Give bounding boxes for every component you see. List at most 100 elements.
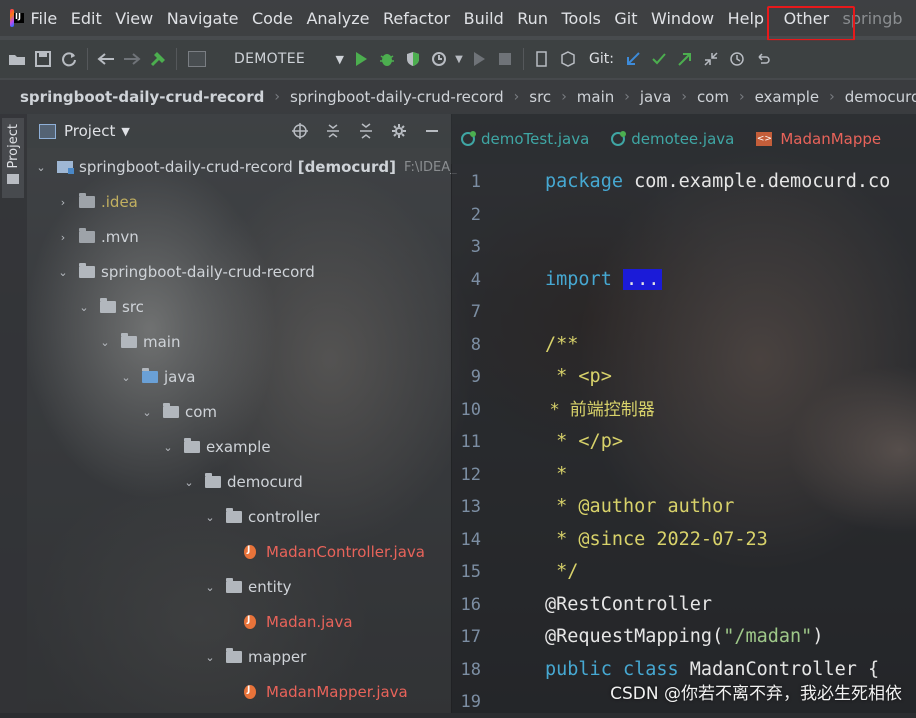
chevron-down-icon[interactable]: ⌄ <box>183 476 195 489</box>
menu-tools[interactable]: Tools <box>561 9 600 28</box>
tree-item-root[interactable]: ⌄ springboot-daily-crud-record [democurd… <box>35 155 456 179</box>
chevron-down-icon[interactable]: ⌄ <box>78 301 90 314</box>
java-class-icon <box>611 131 627 146</box>
breadcrumb-item[interactable]: democurd <box>845 88 916 106</box>
line-number: 19 <box>460 692 481 712</box>
code-area[interactable]: package com.example.democurd.co import .… <box>545 166 916 713</box>
tree-item-mvn[interactable]: › .mvn <box>57 225 139 249</box>
collapse-all-icon[interactable] <box>353 120 379 142</box>
project-tab-label: Project <box>5 124 21 169</box>
menu-help[interactable]: Help <box>728 9 764 28</box>
project-panel-title[interactable]: Project <box>64 122 115 140</box>
forward-arrow-icon[interactable] <box>119 46 145 72</box>
breadcrumb-item[interactable]: example <box>755 88 820 106</box>
chevron-down-icon[interactable]: ⌄ <box>141 406 153 419</box>
chevron-down-icon[interactable]: ⌄ <box>35 161 47 174</box>
tree-item-madan[interactable]: J Madan.java <box>244 610 353 634</box>
chevron-down-icon[interactable]: ⌄ <box>204 581 216 594</box>
tree-item-main[interactable]: ⌄ main <box>99 330 180 354</box>
chevron-down-icon[interactable]: ⌄ <box>99 336 111 349</box>
menu-file[interactable]: File <box>30 9 57 28</box>
left-tool-stripe: Project <box>0 114 27 713</box>
locate-target-icon[interactable] <box>287 120 313 142</box>
menu-window[interactable]: Window <box>651 9 714 28</box>
breadcrumb-item[interactable]: main <box>577 88 614 106</box>
menu-analyze[interactable]: Analyze <box>306 9 369 28</box>
debug-bug-icon[interactable] <box>374 46 400 72</box>
tree-item-idea[interactable]: › .idea <box>57 190 138 214</box>
build-hammer-icon[interactable] <box>145 46 171 72</box>
project-tool-window-tab[interactable]: Project <box>2 118 24 198</box>
tree-item-module[interactable]: ⌄ springboot-daily-crud-record <box>57 260 315 284</box>
tab-demotest[interactable]: demoTest.java <box>461 130 589 148</box>
folded-imports[interactable]: ... <box>622 268 663 290</box>
tree-item-mapper[interactable]: ⌄ mapper <box>204 645 306 669</box>
run-configuration-select[interactable]: DEMOTEE ▼ <box>188 46 348 72</box>
breadcrumb-item[interactable]: com <box>697 88 729 106</box>
tree-item-democurd[interactable]: ⌄ democurd <box>183 470 303 494</box>
git-update-icon[interactable] <box>620 46 646 72</box>
rollback-icon[interactable] <box>750 46 776 72</box>
menu-git[interactable]: Git <box>614 9 637 28</box>
breadcrumb-item[interactable]: src <box>529 88 551 106</box>
device-manager-icon[interactable] <box>529 46 555 72</box>
expand-all-icon[interactable] <box>320 120 346 142</box>
project-structure-icon[interactable] <box>555 46 581 72</box>
profiler-icon[interactable] <box>426 46 452 72</box>
chevron-down-icon[interactable]: ⌄ <box>57 266 69 279</box>
run-icon[interactable] <box>348 46 374 72</box>
sync-icon[interactable] <box>56 46 82 72</box>
line-number: 16 <box>460 594 481 615</box>
git-merge-icon[interactable] <box>698 46 724 72</box>
more-run-options-chevron-icon[interactable]: ▼ <box>452 46 466 72</box>
menu-code[interactable]: Code <box>252 9 293 28</box>
line-number: 9 <box>470 367 481 387</box>
line-number: 10 <box>460 399 481 420</box>
chevron-down-icon[interactable]: ⌄ <box>204 511 216 524</box>
minimize-icon[interactable] <box>419 120 445 142</box>
tree-item-label: Madan.java <box>266 613 353 631</box>
tree-item-controller[interactable]: ⌄ controller <box>204 505 320 529</box>
gear-icon[interactable] <box>386 120 412 142</box>
project-panel-header: Project ▼ <box>27 114 451 148</box>
tree-item-java[interactable]: ⌄ java <box>120 365 195 389</box>
resume-icon[interactable] <box>466 46 492 72</box>
package-icon <box>226 508 242 523</box>
chevron-down-icon[interactable]: ▼ <box>121 125 129 138</box>
menu-navigate[interactable]: Navigate <box>167 9 239 28</box>
git-commit-check-icon[interactable] <box>646 46 672 72</box>
open-folder-icon[interactable] <box>4 46 30 72</box>
chevron-right-icon[interactable]: › <box>57 231 69 244</box>
tab-label: MadanMappe <box>780 130 882 148</box>
module-name: [democurd] <box>297 158 396 176</box>
stop-icon[interactable] <box>492 46 518 72</box>
tree-item-label: springboot-daily-crud-record <box>101 263 315 281</box>
coverage-shield-icon[interactable] <box>400 46 426 72</box>
chevron-down-icon[interactable]: ⌄ <box>162 441 174 454</box>
tab-madan-mapper[interactable]: <> MadanMappe <box>756 130 881 148</box>
breadcrumb-item[interactable]: springboot-daily-crud-record <box>290 88 504 106</box>
breadcrumb-item[interactable]: java <box>640 88 671 106</box>
breadcrumb-item[interactable]: springboot-daily-crud-record <box>20 88 264 106</box>
menu-refactor[interactable]: Refactor <box>383 9 450 28</box>
folder-icon <box>79 263 95 278</box>
tab-demotee[interactable]: demotee.java <box>611 130 734 148</box>
tree-item-madan-controller[interactable]: J MadanController.java <box>244 540 425 564</box>
back-arrow-icon[interactable] <box>93 46 119 72</box>
menu-build[interactable]: Build <box>464 9 504 28</box>
tree-item-example[interactable]: ⌄ example <box>162 435 271 459</box>
tree-item-entity[interactable]: ⌄ entity <box>204 575 292 599</box>
tree-item-src[interactable]: ⌄ src <box>78 295 144 319</box>
menu-edit[interactable]: Edit <box>71 9 102 28</box>
chevron-down-icon[interactable]: ⌄ <box>204 651 216 664</box>
history-clock-icon[interactable] <box>724 46 750 72</box>
tree-item-madan-mapper[interactable]: J MadanMapper.java <box>244 680 408 704</box>
save-icon[interactable] <box>30 46 56 72</box>
git-push-icon[interactable] <box>672 46 698 72</box>
chevron-right-icon[interactable]: › <box>57 196 69 209</box>
tree-item-label: main <box>143 333 181 351</box>
chevron-down-icon[interactable]: ⌄ <box>120 371 132 384</box>
menu-view[interactable]: View <box>115 9 153 28</box>
menu-run[interactable]: Run <box>517 9 548 28</box>
tree-item-com[interactable]: ⌄ com <box>141 400 217 424</box>
